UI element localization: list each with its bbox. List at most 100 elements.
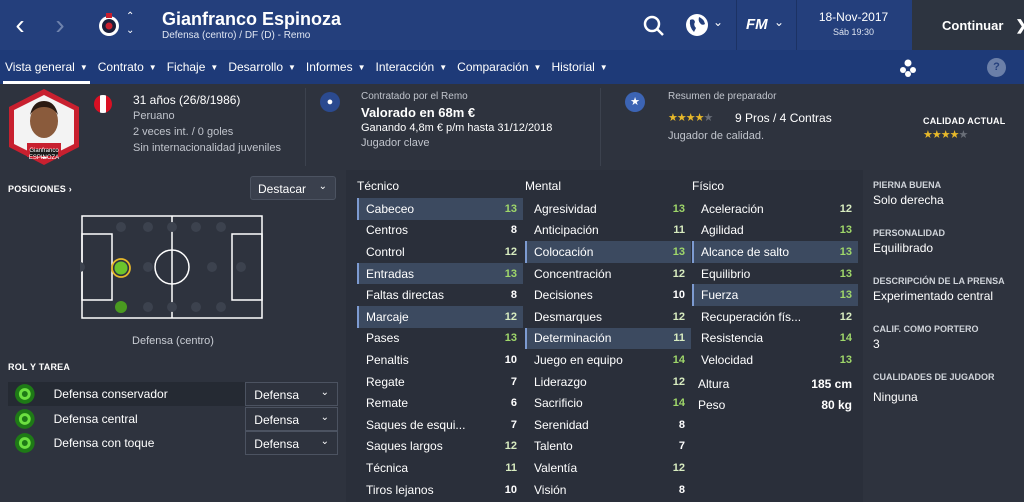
attribute-row[interactable]: Faltas directas 8	[357, 284, 523, 306]
help-icon[interactable]: ?	[987, 58, 1006, 77]
attribute-name: Velocidad	[701, 352, 754, 367]
attribute-row[interactable]: Talento 7	[525, 436, 691, 458]
forward-arrow-icon[interactable]: ›	[40, 0, 80, 50]
portrait-caption: Gianfranco ESPINOZA	[28, 148, 60, 161]
attribute-row[interactable]: Saques de esqui... 7	[357, 414, 523, 436]
duty-select[interactable]: Defensa ⌄	[245, 382, 338, 406]
player-subtitle: Defensa (centro) / DF (D) - Remo	[162, 30, 311, 41]
attribute-row[interactable]: Alcance de salto 13	[692, 241, 858, 263]
attribute-name: Fuerza	[701, 288, 739, 303]
attribute-row[interactable]: Agilidad 13	[692, 220, 858, 242]
attribute-row[interactable]: Control 12	[357, 241, 523, 263]
attribute-row[interactable]: Desmarques 12	[525, 306, 691, 328]
role-suitability-icon	[14, 384, 35, 404]
fm-logo[interactable]: FM	[746, 16, 768, 33]
attribute-row[interactable]: Cabeceo 13	[357, 198, 523, 220]
club-crest-icon[interactable]	[96, 12, 122, 38]
continue-label: Continuar	[942, 17, 1004, 33]
attribute-name: Remate	[366, 396, 409, 411]
attribute-row[interactable]: Juego en equipo 14	[525, 349, 691, 371]
attribute-row[interactable]: Resistencia 14	[692, 328, 858, 350]
attribute-row[interactable]: Penaltis 10	[357, 349, 523, 371]
attribute-value: 12	[504, 310, 517, 323]
tab-vista-general[interactable]: Vista general ▼	[0, 50, 93, 84]
attribute-row[interactable]: Anticipación 11	[525, 220, 691, 242]
staff-icon[interactable]	[898, 58, 918, 78]
tab-label: Vista general	[5, 60, 75, 74]
chevron-down-icon: ⌄	[320, 387, 329, 398]
attribute-row[interactable]: Valentía 12	[525, 457, 691, 479]
attribute-row[interactable]: Técnica 11	[357, 457, 523, 479]
contract-heading: Contratado por el Remo	[361, 91, 468, 102]
chevron-down-icon[interactable]: ⌄	[713, 15, 723, 29]
attribute-row[interactable]: Tiros lejanos 10	[357, 479, 523, 501]
search-icon[interactable]	[640, 12, 668, 40]
attribute-value: 10	[504, 353, 517, 366]
attribute-name: Equilibrio	[701, 266, 751, 281]
highlight-dropdown[interactable]: Destacar ⌄	[250, 176, 336, 200]
attribute-value: 13	[839, 245, 852, 258]
attribute-row[interactable]: Regate 7	[357, 371, 523, 393]
attribute-name: Desmarques	[534, 309, 603, 324]
coach-rating-stars: ★★★★★	[668, 111, 713, 124]
back-arrow-icon[interactable]: ‹	[0, 0, 40, 50]
pros-cons-text[interactable]: 9 Pros / 4 Contras	[735, 111, 832, 125]
duty-label: Defensa	[254, 388, 299, 402]
attribute-row[interactable]: Entradas 13	[357, 262, 523, 285]
globe-icon[interactable]	[684, 12, 710, 38]
tab-interaccion[interactable]: Interacción ▼	[371, 50, 453, 84]
attribute-row[interactable]: Concentración 12	[525, 263, 691, 285]
value-text: Valorado en 68m €	[361, 105, 476, 120]
attribute-row[interactable]: Agresividad 13	[525, 198, 691, 220]
attribute-row[interactable]: Equilibrio 13	[692, 263, 858, 285]
tab-label: Historial	[551, 60, 595, 74]
chevron-down-icon[interactable]: ⌄	[774, 15, 784, 29]
player-switch-arrows[interactable]: ⌃ ⌄	[126, 10, 134, 38]
attribute-row[interactable]: Velocidad 13	[692, 349, 858, 371]
duty-select[interactable]: Defensa ⌄	[245, 407, 338, 431]
attribute-name: Valentía	[534, 460, 578, 475]
continue-button[interactable]: Continuar ❯	[912, 0, 1024, 50]
position-label: Defensa (centro)	[132, 335, 214, 347]
positions-heading[interactable]: POSICIONES ›	[8, 184, 72, 194]
attribute-name: Saques de esqui...	[366, 417, 466, 432]
attribute-row[interactable]: Decisiones 10	[525, 284, 691, 306]
attribute-row[interactable]: Centros 8	[357, 220, 523, 242]
attribute-row[interactable]: Pases 13	[357, 328, 523, 350]
attribute-name: Entradas	[366, 266, 415, 281]
caps-text: 2 veces int. / 0 goles	[133, 126, 234, 138]
star-icon: ★	[625, 92, 645, 112]
role-row[interactable]: Defensa con toque Defensa ⌄	[8, 431, 338, 455]
attribute-row[interactable]: Sacrificio 14	[525, 392, 691, 414]
attribute-row[interactable]: Liderazgo 12	[525, 371, 691, 393]
tab-contrato[interactable]: Contrato ▼	[93, 50, 162, 84]
attribute-name: Serenidad	[534, 417, 589, 432]
role-suitability-icon	[14, 409, 35, 429]
roles-heading: ROL Y TAREA	[8, 362, 71, 372]
attribute-name: Agilidad	[701, 223, 744, 238]
attribute-row[interactable]: Recuperación fís... 12	[692, 306, 858, 328]
tab-historial[interactable]: Historial ▼	[546, 50, 612, 84]
attribute-value: 13	[672, 245, 685, 258]
attribute-row[interactable]: Saques largos 12	[357, 436, 523, 458]
attribute-row[interactable]: Remate 6	[357, 392, 523, 414]
role-row[interactable]: Defensa central Defensa ⌄	[8, 407, 338, 431]
tab-informes[interactable]: Informes ▼	[301, 50, 371, 84]
tab-desarrollo[interactable]: Desarrollo ▼	[223, 50, 301, 84]
duty-select[interactable]: Defensa ⌄	[245, 431, 338, 455]
attribute-row[interactable]: Visión 8	[525, 479, 691, 501]
attribute-row[interactable]: Colocación 13	[525, 241, 691, 263]
attribute-row[interactable]: Marcaje 12	[357, 305, 523, 328]
role-row[interactable]: Defensa conservador Defensa ⌄	[8, 382, 338, 406]
tab-comparacion[interactable]: Comparación ▼	[452, 50, 546, 84]
attribute-name: Anticipación	[534, 223, 599, 238]
physical-heading: Físico	[692, 179, 725, 193]
weight-value: 80 kg	[821, 398, 852, 412]
attribute-row[interactable]: Serenidad 8	[525, 414, 691, 436]
attribute-row[interactable]: Fuerza 13	[692, 284, 858, 306]
attribute-row[interactable]: Determinación 11	[525, 327, 691, 350]
attribute-row[interactable]: Aceleración 12	[692, 198, 858, 220]
chevron-down-icon: ⌄	[320, 436, 329, 447]
tab-fichaje[interactable]: Fichaje ▼	[162, 50, 224, 84]
attribute-value: 8	[510, 224, 517, 237]
